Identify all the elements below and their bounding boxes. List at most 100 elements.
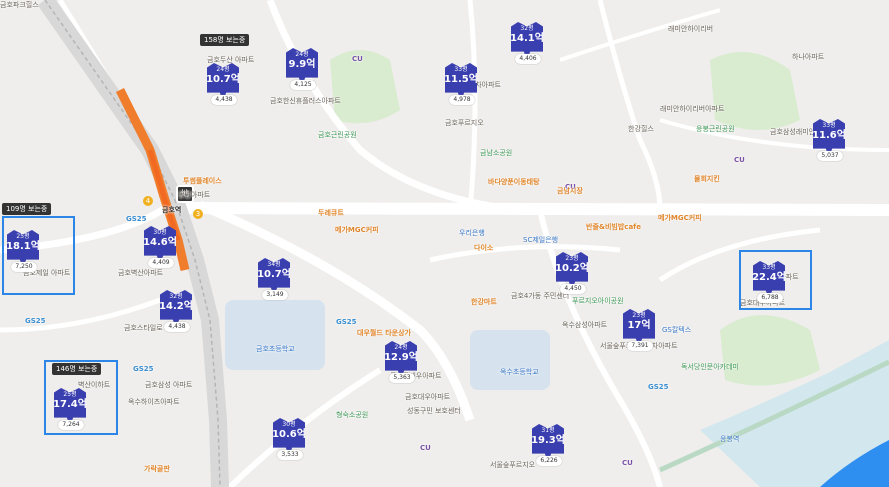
marker-price: 22.4억 xyxy=(752,272,786,283)
apartment-price-marker[interactable]: 31평 19.3억 6,226 xyxy=(529,418,567,474)
poi-label[interactable]: 바다양푼이동태탕 xyxy=(488,177,540,187)
marker-area: 23평 xyxy=(632,312,646,319)
poi-label[interactable]: 금호근린공원 xyxy=(318,130,357,140)
apartment-price-marker[interactable]: 30평 10.6억 3,533 xyxy=(270,412,308,468)
poi-label[interactable]: 옥수하이츠아파트 xyxy=(128,397,180,407)
marker-area: 23평 xyxy=(565,255,579,262)
poi-label[interactable]: 금남소공원 xyxy=(480,148,512,158)
marker-price: 10.7억 xyxy=(257,269,291,280)
marker-count: 5,037 xyxy=(817,151,843,161)
marker-area: 30평 xyxy=(282,421,296,428)
poi-label[interactable]: 물회지킨 xyxy=(694,174,720,184)
poi-label[interactable]: CU xyxy=(734,156,745,164)
poi-label[interactable]: CU xyxy=(622,459,633,467)
poi-label[interactable]: 금호대우아파트 xyxy=(405,392,450,402)
apartment-price-marker[interactable]: 32평 14.2억 4,438 xyxy=(157,284,195,340)
poi-label[interactable]: 독서당인문아카데미 xyxy=(681,362,739,372)
apartment-price-marker[interactable]: 33평 22.4억 6,788 xyxy=(750,255,788,311)
poi-label[interactable]: 금호파크힐스 xyxy=(0,0,39,10)
viewer-count-tag: 158명 보는중 xyxy=(200,34,250,46)
apartment-price-marker[interactable]: 34평 10.7억 3,149 xyxy=(255,252,293,308)
poi-label[interactable]: 금남시장 xyxy=(557,186,583,196)
marker-area: 32평 xyxy=(169,293,183,300)
poi-label[interactable]: 한강마트 xyxy=(471,297,497,307)
marker-count: 7,391 xyxy=(627,341,653,351)
apartment-price-marker[interactable]: 24평 9.9억 4,125 xyxy=(283,42,321,98)
marker-area: 24평 xyxy=(394,344,408,351)
poi-label[interactable]: 금호푸르지오 xyxy=(445,118,484,128)
poi-label[interactable]: 반줄&비빔밥cafe xyxy=(586,222,641,232)
apartment-price-marker[interactable]: 24평 12.9억 5,363 xyxy=(382,335,420,391)
line-4-badge: 4 xyxy=(143,196,153,206)
marker-price: 17.4억 xyxy=(53,399,87,410)
poi-label[interactable]: GS25 xyxy=(25,317,46,325)
poi-label[interactable]: 메가MGC커피 xyxy=(335,225,379,235)
apartment-price-marker[interactable]: 25평 18.1억 7,250 xyxy=(4,224,42,280)
apartment-price-marker[interactable]: 23평 10.2억 4,450 xyxy=(553,246,591,302)
poi-label[interactable]: 래미안하이리버 xyxy=(668,24,713,34)
poi-label[interactable]: 한강힐스 xyxy=(628,124,654,134)
viewer-count-tag: 146명 보는중 xyxy=(52,363,102,375)
line-3-badge: 3 xyxy=(193,209,203,219)
poi-label[interactable]: 래미안하이리버아파트 xyxy=(660,104,724,114)
viewer-count-tag: 109명 보는중 xyxy=(2,203,52,215)
marker-area: 33평 xyxy=(822,122,836,129)
poi-label[interactable]: GS25 xyxy=(133,365,154,373)
poi-label[interactable]: 응봉근린공원 xyxy=(696,124,735,134)
apartment-price-marker[interactable]: 33평 11.6억 5,037 xyxy=(810,113,848,169)
apartment-price-marker[interactable]: 33평 11.5억 4,978 xyxy=(442,57,480,113)
marker-price: 9.9억 xyxy=(288,59,316,70)
marker-count: 3,533 xyxy=(277,450,303,460)
apartment-price-marker[interactable]: 25평 17.4억 7,264 xyxy=(51,382,89,438)
marker-area: 33평 xyxy=(454,66,468,73)
apartment-price-marker[interactable]: 30평 14.6억 4,409 xyxy=(141,220,179,276)
poi-label[interactable]: 동원아파트 xyxy=(178,190,210,200)
map-view[interactable]: 地 금호역 4 3 CU CU CU CU CU GS25 GS25 GS25 GS25 GS25… xyxy=(0,0,889,487)
poi-label[interactable]: SC제일은행 xyxy=(523,235,558,245)
marker-count: 7,250 xyxy=(11,262,37,272)
poi-label[interactable]: 성동구민 보호센터 xyxy=(407,406,461,416)
poi-label[interactable]: 옥수삼성아파트 xyxy=(562,320,607,330)
poi-label[interactable]: GS칼텍스 xyxy=(662,325,691,335)
poi-label[interactable]: 메가MGC커피 xyxy=(658,213,702,223)
poi-label[interactable]: GS25 xyxy=(336,318,357,326)
marker-count: 4,409 xyxy=(148,258,174,268)
poi-label[interactable]: 형숙소공원 xyxy=(336,410,368,420)
poi-label[interactable]: 금호초등학교 xyxy=(256,344,295,354)
apartment-price-marker[interactable]: 24평 10.7억 4,438 xyxy=(204,57,242,113)
poi-label[interactable]: 금호삼성 아파트 xyxy=(145,380,192,390)
marker-price: 12.9억 xyxy=(384,352,418,363)
poi-label[interactable]: 가락골판 xyxy=(144,464,170,474)
poi-label[interactable]: 다이소 xyxy=(474,243,493,253)
poi-label[interactable]: CU xyxy=(352,55,363,63)
marker-price: 14.1억 xyxy=(510,33,544,44)
marker-count: 4,406 xyxy=(515,54,541,64)
poi-label[interactable]: 옥수초등학교 xyxy=(500,367,539,377)
marker-price: 19.3억 xyxy=(531,435,565,446)
marker-price: 11.5억 xyxy=(444,74,478,85)
apartment-price-marker[interactable]: 23평 17억 7,391 xyxy=(620,303,658,359)
marker-count: 4,450 xyxy=(560,284,586,294)
marker-price: 18.1억 xyxy=(6,241,40,252)
marker-count: 5,363 xyxy=(389,373,415,383)
poi-label[interactable]: 하나아파트 xyxy=(792,52,824,62)
marker-price: 14.6억 xyxy=(143,237,177,248)
poi-label[interactable]: 우리은행 xyxy=(459,228,485,238)
poi-label[interactable]: CU xyxy=(420,444,431,452)
apartment-price-marker[interactable]: 32평 14.1억 4,406 xyxy=(508,16,546,72)
marker-count: 4,438 xyxy=(164,322,190,332)
marker-count: 3,149 xyxy=(262,290,288,300)
marker-price: 17억 xyxy=(627,320,651,331)
marker-price: 10.6억 xyxy=(272,429,306,440)
poi-label[interactable]: GS25 xyxy=(648,383,669,391)
marker-area: 25평 xyxy=(16,233,30,240)
marker-area: 24평 xyxy=(216,66,230,73)
poi-label[interactable]: 응봉역 xyxy=(720,434,739,444)
poi-label[interactable]: 두레큐트 xyxy=(318,208,344,218)
station-label[interactable]: 금호역 xyxy=(162,205,181,215)
marker-area: 33평 xyxy=(762,264,776,271)
poi-label[interactable]: 투썸플레이스 xyxy=(183,176,222,186)
marker-area: 25평 xyxy=(63,391,77,398)
marker-count: 4,125 xyxy=(290,80,316,90)
marker-area: 30평 xyxy=(153,229,167,236)
